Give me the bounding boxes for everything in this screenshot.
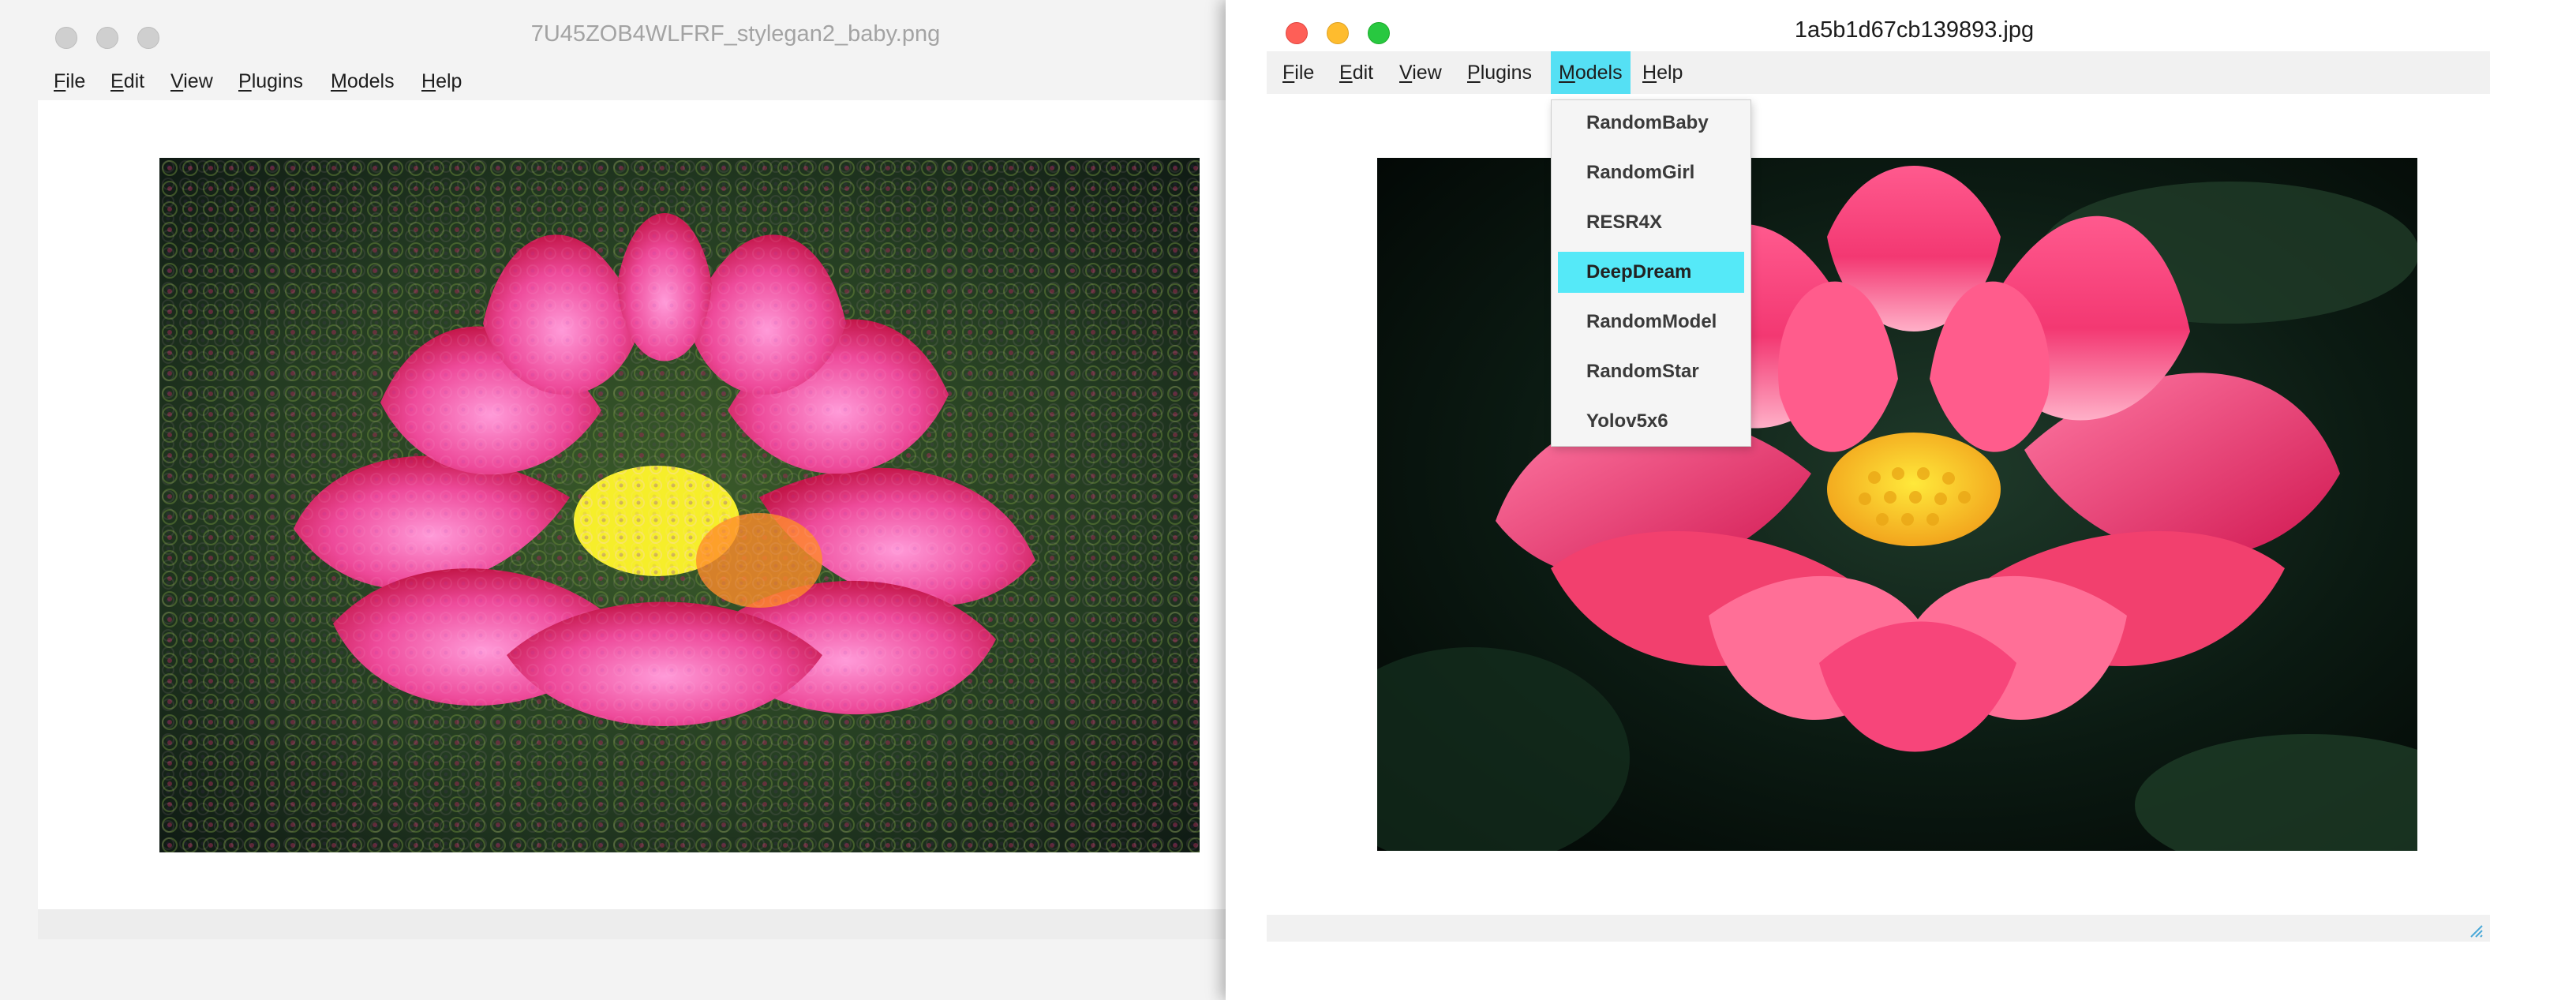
menu-item-randomgirl[interactable]: RandomGirl — [1558, 152, 1744, 193]
lotus-photo-image — [1377, 158, 2417, 851]
menu-item-resr4x[interactable]: RESR4X — [1558, 202, 1744, 243]
left-window-titlebar[interactable]: 7U45ZOB4WLFRF_stylegan2_baby.png — [0, 0, 1231, 73]
menu-file[interactable]: File — [1282, 54, 1314, 91]
menu-bar: File Edit View Plugins Models Help — [1267, 51, 2490, 94]
resize-grip-icon[interactable] — [2466, 921, 2484, 938]
menu-item-deepdream[interactable]: DeepDream — [1558, 252, 1744, 293]
menu-file[interactable]: File — [54, 63, 85, 99]
menu-item-randombaby[interactable]: RandomBaby — [1558, 103, 1744, 144]
menu-item-yolov5x6[interactable]: Yolov5x6 — [1558, 401, 1744, 442]
status-bar — [1267, 915, 2490, 942]
deepdream-lotus-image — [159, 158, 1200, 852]
menu-plugins[interactable]: Plugins — [1467, 54, 1532, 91]
menu-help[interactable]: Help — [1642, 54, 1683, 91]
menu-models[interactable]: Models — [331, 63, 395, 99]
zoom-button[interactable] — [1368, 22, 1390, 44]
menu-item-randommodel[interactable]: RandomModel — [1558, 301, 1744, 343]
menu-view[interactable]: View — [170, 63, 213, 99]
menu-item-randomstar[interactable]: RandomStar — [1558, 351, 1744, 392]
menu-view[interactable]: View — [1399, 54, 1442, 91]
menu-models[interactable]: Models — [1551, 51, 1631, 94]
right-image-window[interactable]: 1a5b1d67cb139893.jpg File Edit View Plug… — [1226, 0, 2576, 1000]
models-dropdown-menu: RandomBaby RandomGirl RESR4X DeepDream R… — [1551, 99, 1751, 447]
close-button[interactable] — [1286, 22, 1308, 44]
window-title: 1a5b1d67cb139893.jpg — [1794, 17, 2035, 43]
left-image-window[interactable]: 7U45ZOB4WLFRF_stylegan2_baby.png File Ed… — [0, 0, 1231, 1000]
menu-help[interactable]: Help — [421, 63, 462, 99]
minimize-button[interactable] — [1327, 22, 1349, 44]
menu-plugins[interactable]: Plugins — [238, 63, 303, 99]
menu-edit[interactable]: Edit — [110, 63, 144, 99]
menu-edit[interactable]: Edit — [1339, 54, 1373, 91]
status-bar — [38, 909, 1230, 939]
